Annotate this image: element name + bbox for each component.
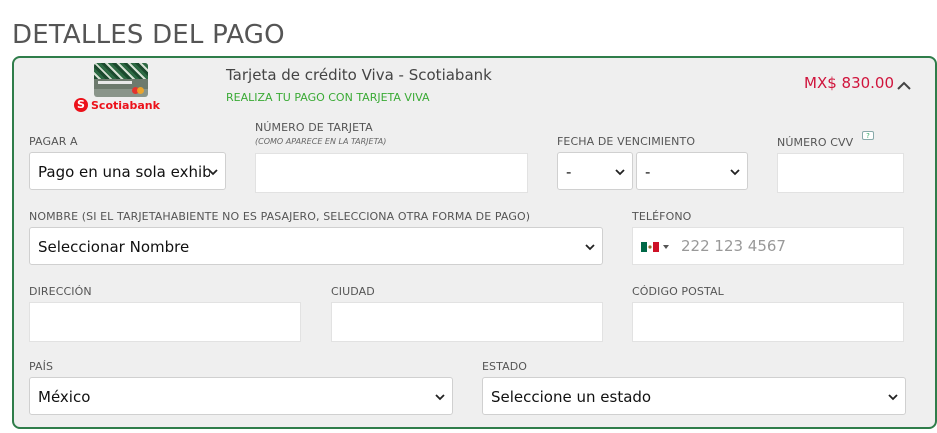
country-label: PAÍS [29,360,54,373]
state-value: Seleccione un estado [491,388,652,406]
mexico-flag-icon [641,242,659,252]
expiry-label: FECHA DE VENCIMIENTO [557,135,696,148]
help-icon[interactable]: ? [862,131,874,140]
city-input[interactable] [332,303,602,341]
payment-amount: MX$ 830.00 [804,74,895,92]
address-label: DIRECCIÓN [29,285,92,298]
chevron-down-icon [615,169,625,176]
cvv-label: NÚMERO CVV [777,136,854,149]
phone-field[interactable]: 222 123 4567 [632,227,904,265]
cvv-field[interactable] [777,153,904,193]
credit-card-image [94,63,148,97]
pay-in-label: PAGAR A [29,135,78,148]
expiry-month-select[interactable]: - [557,152,633,190]
card-title: Tarjeta de crédito Viva - Scotiabank [226,66,492,84]
chevron-down-icon [585,244,595,251]
country-select[interactable]: México [29,377,453,415]
phone-placeholder: 222 123 4567 [681,237,786,255]
chevron-down-icon [730,169,740,176]
zip-field[interactable] [632,302,904,342]
state-label: ESTADO [482,360,528,373]
zip-label: CÓDIGO POSTAL [632,285,724,298]
card-number-field[interactable] [255,153,528,193]
address-field[interactable] [29,302,301,342]
card-number-label: NÚMERO DE TARJETA [255,121,373,134]
expiry-year-value: - [645,163,651,181]
page-title: DETALLES DEL PAGO [12,20,285,50]
card-number-input[interactable] [256,154,527,192]
chevron-down-icon [208,169,218,176]
city-field[interactable] [331,302,603,342]
card-number-hint: (COMO APARECE EN LA TARJETA) [255,137,387,146]
card-promo: REALIZA TU PAGO CON TARJETA VIVA [226,91,430,104]
city-label: CIUDAD [331,285,375,298]
country-value: México [38,388,91,406]
payment-panel: S Scotiabank Tarjeta de crédito Viva - S… [12,56,937,429]
name-select[interactable]: Seleccionar Nombre [29,227,603,265]
pay-in-select[interactable]: Pago en una sola exhibición [29,152,226,190]
expiry-year-select[interactable]: - [636,152,748,190]
scotiabank-logo-text: Scotiabank [91,98,160,112]
phone-label: TELÉFONO [632,210,692,223]
pay-in-value: Pago en una sola exhibición [38,163,210,181]
country-code-dropdown[interactable] [641,240,675,254]
scotiabank-logo: S Scotiabank [74,97,160,113]
state-select[interactable]: Seleccione un estado [482,377,906,415]
chevron-down-icon [435,394,445,401]
expiry-month-value: - [566,163,572,181]
name-value: Seleccionar Nombre [38,238,190,256]
chevron-down-icon [888,394,898,401]
mastercard-icon [132,87,144,94]
cvv-input[interactable] [778,154,903,192]
payment-method-header[interactable]: S Scotiabank Tarjeta de crédito Viva - S… [14,58,935,120]
name-label: NOMBRE (SI EL TARJETAHABIENTE NO ES PASA… [29,210,531,223]
caret-down-icon [663,245,669,249]
scotiabank-logo-mark: S [74,98,88,112]
chevron-up-icon[interactable] [894,76,914,96]
zip-input[interactable] [633,303,903,341]
address-input[interactable] [30,303,300,341]
